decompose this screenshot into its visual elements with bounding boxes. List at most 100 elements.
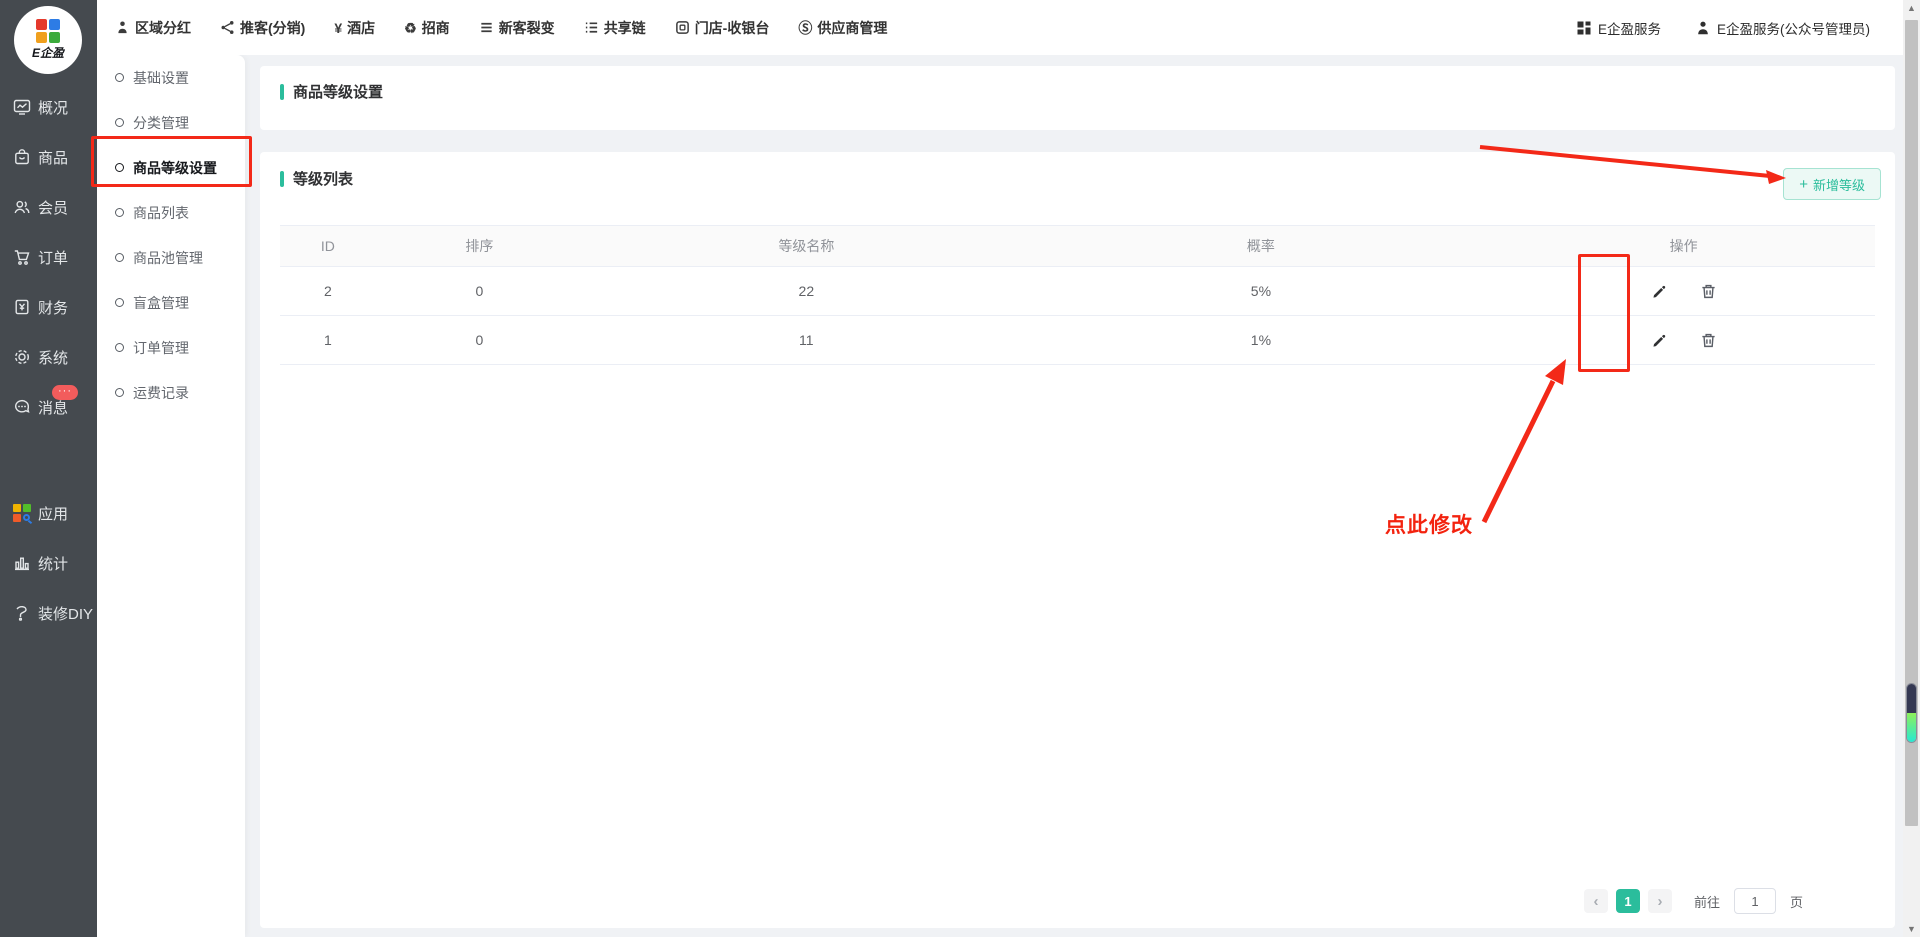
sidebar-item-apps[interactable]: 应用 xyxy=(0,488,97,538)
scroll-up-icon[interactable]: ▲ xyxy=(1903,3,1920,13)
topnav-item-supplier-management[interactable]: Ⓢ 供应商管理 xyxy=(798,18,887,38)
goto-page-input[interactable] xyxy=(1734,888,1776,914)
submenu-item-product-level-settings[interactable]: 商品等级设置 xyxy=(97,145,245,190)
sidebar-item-label: 应用 xyxy=(38,503,68,524)
submenu-label: 运费记录 xyxy=(133,383,189,403)
topnav-account-menu[interactable]: E企盈服务(公众号管理员) xyxy=(1695,18,1870,38)
yen-icon: ¥ xyxy=(334,21,342,35)
accent-bar xyxy=(280,171,284,187)
user-icon xyxy=(1695,20,1711,36)
cell-id: 1 xyxy=(280,316,376,365)
topnav-item-investment[interactable]: ♻ 招商 xyxy=(404,18,450,38)
storefront-icon xyxy=(675,20,690,35)
level-table: ID 排序 等级名称 概率 操作 2 0 22 5% xyxy=(280,225,1875,365)
bag-icon xyxy=(13,148,31,166)
sidebar-item-members[interactable]: 会员 xyxy=(0,182,97,232)
topnav-item-hotel[interactable]: ¥ 酒店 xyxy=(334,18,375,38)
person-icon xyxy=(115,20,130,35)
sidebar-item-finance[interactable]: 财务 xyxy=(0,282,97,332)
delete-button[interactable] xyxy=(1698,281,1719,302)
submenu-item-category-management[interactable]: 分类管理 xyxy=(97,100,245,145)
cell-probability: 5% xyxy=(1030,267,1493,316)
sidebar-item-system[interactable]: 系统 xyxy=(0,332,97,382)
section-title: 等级列表 xyxy=(293,168,353,189)
col-header-actions: 操作 xyxy=(1492,226,1875,267)
topnav-item-store-cashier[interactable]: 门店-收银台 xyxy=(675,18,770,38)
circle-icon xyxy=(115,388,124,397)
top-navbar: 区域分红 推客(分销) ¥ 酒店 ♻ 招商 新客裂变 共享链 门店-收银台 Ⓢ … xyxy=(97,0,1920,55)
sidebar-item-label: 财务 xyxy=(38,297,68,318)
admin-page: E企盈 概况 商品 会员 订单 财务 xyxy=(0,0,1920,937)
topnav-item-promoter-distribution[interactable]: 推客(分销) xyxy=(220,18,305,38)
submenu-label: 分类管理 xyxy=(133,113,189,133)
recycle-icon: ♻ xyxy=(404,21,417,35)
gear-icon xyxy=(13,348,31,366)
submenu-label: 商品等级设置 xyxy=(133,158,217,178)
menu-lines-icon xyxy=(479,20,494,35)
table-row: 1 0 11 1% xyxy=(280,316,1875,365)
members-icon xyxy=(13,198,31,216)
sidebar-item-messages[interactable]: 消息 ··· xyxy=(0,382,97,432)
page-title-card: 商品等级设置 xyxy=(260,66,1895,130)
decorate-icon xyxy=(13,604,31,622)
brand-logo[interactable]: E企盈 xyxy=(14,6,82,74)
add-level-button[interactable]: + 新增等级 xyxy=(1783,168,1881,200)
pencil-icon xyxy=(1651,332,1668,349)
sidebar-item-products[interactable]: 商品 xyxy=(0,132,97,182)
topnav-item-region-dividend[interactable]: 区域分红 xyxy=(115,18,191,38)
sidebar-item-label: 概况 xyxy=(38,97,68,118)
submenu-item-product-list[interactable]: 商品列表 xyxy=(97,190,245,235)
finance-icon xyxy=(13,298,31,316)
pagination: ‹ 1 › 前往 页 xyxy=(260,888,1895,928)
submenu-item-freight-records[interactable]: 运费记录 xyxy=(97,370,245,415)
accent-bar xyxy=(280,84,284,100)
scroll-extension-widget xyxy=(1906,683,1917,743)
submenu-label: 商品列表 xyxy=(133,203,189,223)
circle-icon xyxy=(115,253,124,262)
submenu-item-product-pool-management[interactable]: 商品池管理 xyxy=(97,235,245,280)
current-page-button[interactable]: 1 xyxy=(1616,889,1640,913)
page-title: 商品等级设置 xyxy=(293,81,383,102)
submenu-item-basic-settings[interactable]: 基础设置 xyxy=(97,55,245,100)
col-header-id: ID xyxy=(280,226,376,267)
sidebar-item-label: 订单 xyxy=(38,247,68,268)
goto-label: 前往 xyxy=(1694,892,1720,911)
secondary-sidebar: 基础设置 分类管理 商品等级设置 商品列表 商品池管理 盲盒管理 订单管理 运 xyxy=(97,55,245,937)
topnav-item-new-customer-fission[interactable]: 新客裂变 xyxy=(479,18,555,38)
sidebar-spacer xyxy=(0,432,97,488)
circle-icon xyxy=(115,73,124,82)
topnav-item-share-chain[interactable]: 共享链 xyxy=(584,18,646,38)
submenu-label: 商品池管理 xyxy=(133,248,203,268)
scroll-down-icon[interactable]: ▼ xyxy=(1903,924,1920,934)
next-page-button[interactable]: › xyxy=(1648,889,1672,913)
sidebar-item-label: 装修DIY xyxy=(38,603,93,624)
col-header-level-name: 等级名称 xyxy=(583,226,1030,267)
circle-icon xyxy=(115,343,124,352)
submenu-item-order-management[interactable]: 订单管理 xyxy=(97,325,245,370)
edit-button[interactable] xyxy=(1649,281,1670,302)
grid-icon xyxy=(1576,20,1592,36)
col-header-sort: 排序 xyxy=(376,226,583,267)
vertical-scrollbar[interactable]: ▲ ▼ xyxy=(1903,0,1920,937)
brand-logo-icon xyxy=(36,19,60,43)
circled-s-icon: Ⓢ xyxy=(798,21,812,35)
sidebar-item-overview[interactable]: 概况 xyxy=(0,82,97,132)
topnav-label: 共享链 xyxy=(604,18,646,38)
topnav-service-menu[interactable]: E企盈服务 xyxy=(1576,18,1661,38)
sidebar-item-statistics[interactable]: 统计 xyxy=(0,538,97,588)
sidebar-item-orders[interactable]: 订单 xyxy=(0,232,97,282)
brand-logo-text: E企盈 xyxy=(32,44,64,61)
topnav-account-label: E企盈服务(公众号管理员) xyxy=(1717,18,1870,38)
submenu-item-blind-box-management[interactable]: 盲盒管理 xyxy=(97,280,245,325)
circle-icon xyxy=(115,298,124,307)
cell-sort: 0 xyxy=(376,267,583,316)
topnav-label: 酒店 xyxy=(347,18,375,38)
circle-icon xyxy=(115,118,124,127)
circle-icon xyxy=(115,208,124,217)
trash-icon xyxy=(1700,332,1717,349)
prev-page-button[interactable]: ‹ xyxy=(1584,889,1608,913)
edit-button[interactable] xyxy=(1649,330,1670,351)
col-header-probability: 概率 xyxy=(1030,226,1493,267)
sidebar-item-decoration-diy[interactable]: 装修DIY xyxy=(0,588,97,638)
delete-button[interactable] xyxy=(1698,330,1719,351)
